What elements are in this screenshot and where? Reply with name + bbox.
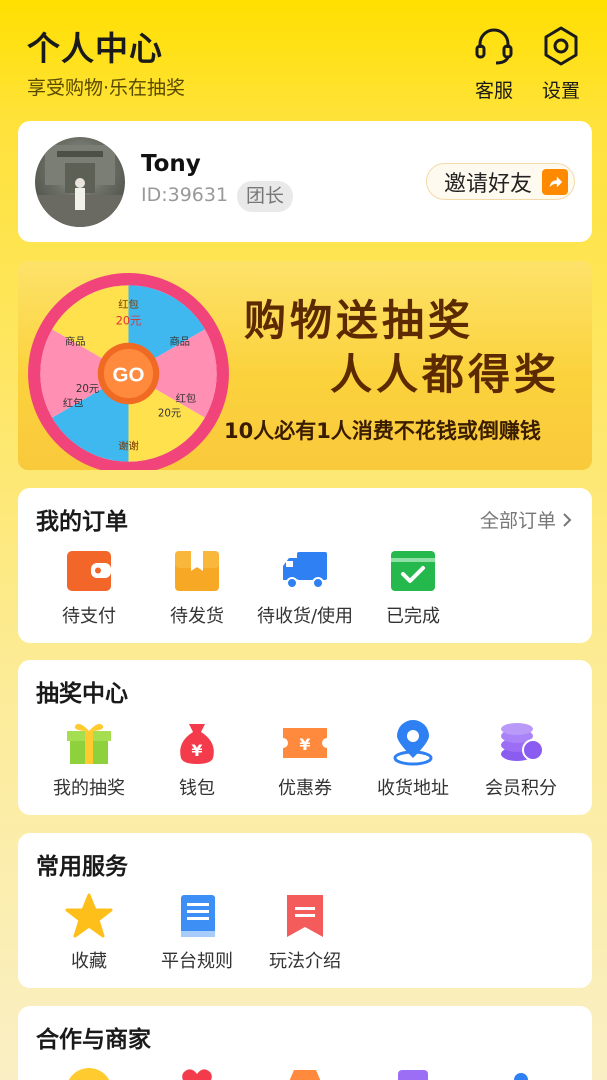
banner-subline: 10人必有1人消费不花钱或倒赚钱 [224, 419, 541, 443]
customer-service-label: 客服 [474, 80, 513, 102]
order-item-label: 待收货/使用 [256, 606, 354, 627]
chevron-right-icon [563, 512, 572, 527]
wheel-segment-text: 20元 [158, 408, 181, 420]
promo-banner[interactable]: GO 红包 20元 商品 红包 20元 谢谢 红包 20元 商品 购物送抽奖 人… [18, 261, 592, 470]
lottery-item-coupons[interactable]: ¥ 优惠券 [251, 720, 359, 800]
lottery-title: 抽奖中心 [36, 681, 128, 707]
service-item-favorites[interactable]: 收藏 [35, 893, 143, 973]
svg-text:¥: ¥ [299, 735, 310, 754]
lottery-item-address[interactable]: 收货地址 [359, 720, 467, 800]
wheel-segment-text: 商品 [65, 335, 86, 348]
lottery-item-label: 收货地址 [377, 778, 449, 799]
lottery-item-my-draws[interactable]: 我的抽奖 [35, 720, 143, 800]
check-card-icon [391, 551, 435, 591]
bookmark-icon [287, 895, 323, 937]
box-icon [175, 551, 219, 591]
lottery-card: 抽奖中心 我的抽奖 ¥ 钱包 ¥ 优惠券 收货地址 会员积分 [18, 660, 592, 815]
partner-shop-icon[interactable] [280, 1066, 330, 1080]
coupon-icon: ¥ [283, 728, 327, 758]
svg-text:¥: ¥ [191, 741, 202, 760]
lottery-wheel-icon: GO 红包 20元 商品 红包 20元 谢谢 红包 20元 商品 [28, 273, 229, 470]
all-orders-label: 全部订单 [479, 510, 556, 532]
partners-grid [18, 1066, 592, 1080]
user-name: Tony [141, 151, 201, 177]
wheel-segment-text: 20元 [116, 314, 142, 327]
all-orders-link[interactable]: 全部订单 [480, 506, 572, 533]
order-item-pending-payment[interactable]: 待支付 [35, 548, 143, 628]
orders-title: 我的订单 [36, 509, 128, 535]
location-icon [393, 720, 433, 766]
service-item-rules[interactable]: 平台规则 [143, 893, 251, 973]
service-item-label: 收藏 [71, 951, 107, 972]
lottery-item-wallet[interactable]: ¥ 钱包 [143, 720, 251, 800]
order-item-label: 待支付 [62, 606, 116, 627]
banner-headline-1: 购物送抽奖 [244, 296, 475, 345]
settings-button[interactable]: 设置 [531, 24, 591, 103]
wheel-segment-text: 红包 [118, 298, 139, 311]
banner-headline-2: 人人都得奖 [330, 350, 561, 399]
gift-icon [67, 723, 111, 764]
partners-card: 合作与商家 [18, 1006, 592, 1080]
money-bag-icon: ¥ [180, 724, 214, 764]
service-item-label: 玩法介绍 [269, 951, 341, 972]
wheel-segment-text: 红包 [63, 396, 84, 409]
partner-store-icon[interactable] [388, 1066, 438, 1080]
star-icon [65, 893, 113, 938]
user-id: ID:39631 [141, 184, 229, 206]
wallet-icon [67, 551, 111, 591]
partner-user-icon[interactable] [496, 1066, 546, 1080]
page-subtitle: 享受购物·乐在抽奖 [27, 77, 186, 99]
role-badge: 团长 [237, 181, 294, 212]
profile-card: Tony ID:39631 团长 邀请好友 [18, 121, 592, 242]
wheel-segment-text: 20元 [76, 383, 99, 395]
share-arrow-icon [542, 168, 568, 195]
lottery-item-points[interactable]: 会员积分 [467, 720, 575, 800]
headset-icon [475, 28, 513, 65]
wheel-segment-text: 谢谢 [118, 439, 139, 452]
services-card: 常用服务 收藏 平台规则 玩法介绍 [18, 833, 592, 988]
services-grid: 收藏 平台规则 玩法介绍 [18, 893, 592, 973]
page-title: 个人中心 [27, 29, 163, 68]
order-item-to-ship[interactable]: 待发货 [143, 548, 251, 628]
lottery-item-label: 钱包 [179, 778, 215, 799]
order-item-label: 已完成 [386, 606, 440, 627]
invite-friends-label: 邀请好友 [443, 171, 532, 197]
lottery-item-label: 会员积分 [485, 778, 557, 799]
wheel-segment-text: 商品 [169, 335, 190, 348]
service-item-guide[interactable]: 玩法介绍 [251, 893, 359, 973]
orders-grid: 待支付 待发货 待收货/使用 已完成 [18, 548, 592, 628]
order-item-label: 待发货 [170, 606, 224, 627]
services-title: 常用服务 [36, 854, 128, 880]
wheel-go-text: GO [113, 364, 145, 387]
orders-card: 我的订单 全部订单 待支付 待发货 待收货/使用 已完成 [18, 488, 592, 643]
book-icon [181, 895, 215, 937]
partner-heart-icon[interactable] [172, 1066, 222, 1080]
header: 个人中心 享受购物·乐在抽奖 客服 设置 [0, 0, 607, 118]
gear-icon [544, 26, 578, 66]
settings-label: 设置 [541, 80, 580, 102]
lottery-item-label: 我的抽奖 [53, 778, 125, 799]
truck-icon [283, 552, 327, 589]
partner-coin-icon[interactable] [64, 1066, 114, 1080]
lottery-item-label: 优惠券 [278, 778, 332, 799]
partners-title: 合作与商家 [36, 1027, 151, 1053]
order-item-completed[interactable]: 已完成 [359, 548, 467, 628]
invite-friends-button[interactable]: 邀请好友 [425, 163, 575, 200]
coins-icon [501, 723, 544, 761]
wheel-segment-text: 红包 [176, 392, 197, 405]
customer-service-button[interactable]: 客服 [464, 24, 524, 103]
order-item-to-receive[interactable]: 待收货/使用 [251, 548, 359, 628]
service-item-label: 平台规则 [161, 951, 233, 972]
lottery-grid: 我的抽奖 ¥ 钱包 ¥ 优惠券 收货地址 会员积分 [18, 720, 592, 800]
avatar[interactable] [35, 137, 125, 227]
